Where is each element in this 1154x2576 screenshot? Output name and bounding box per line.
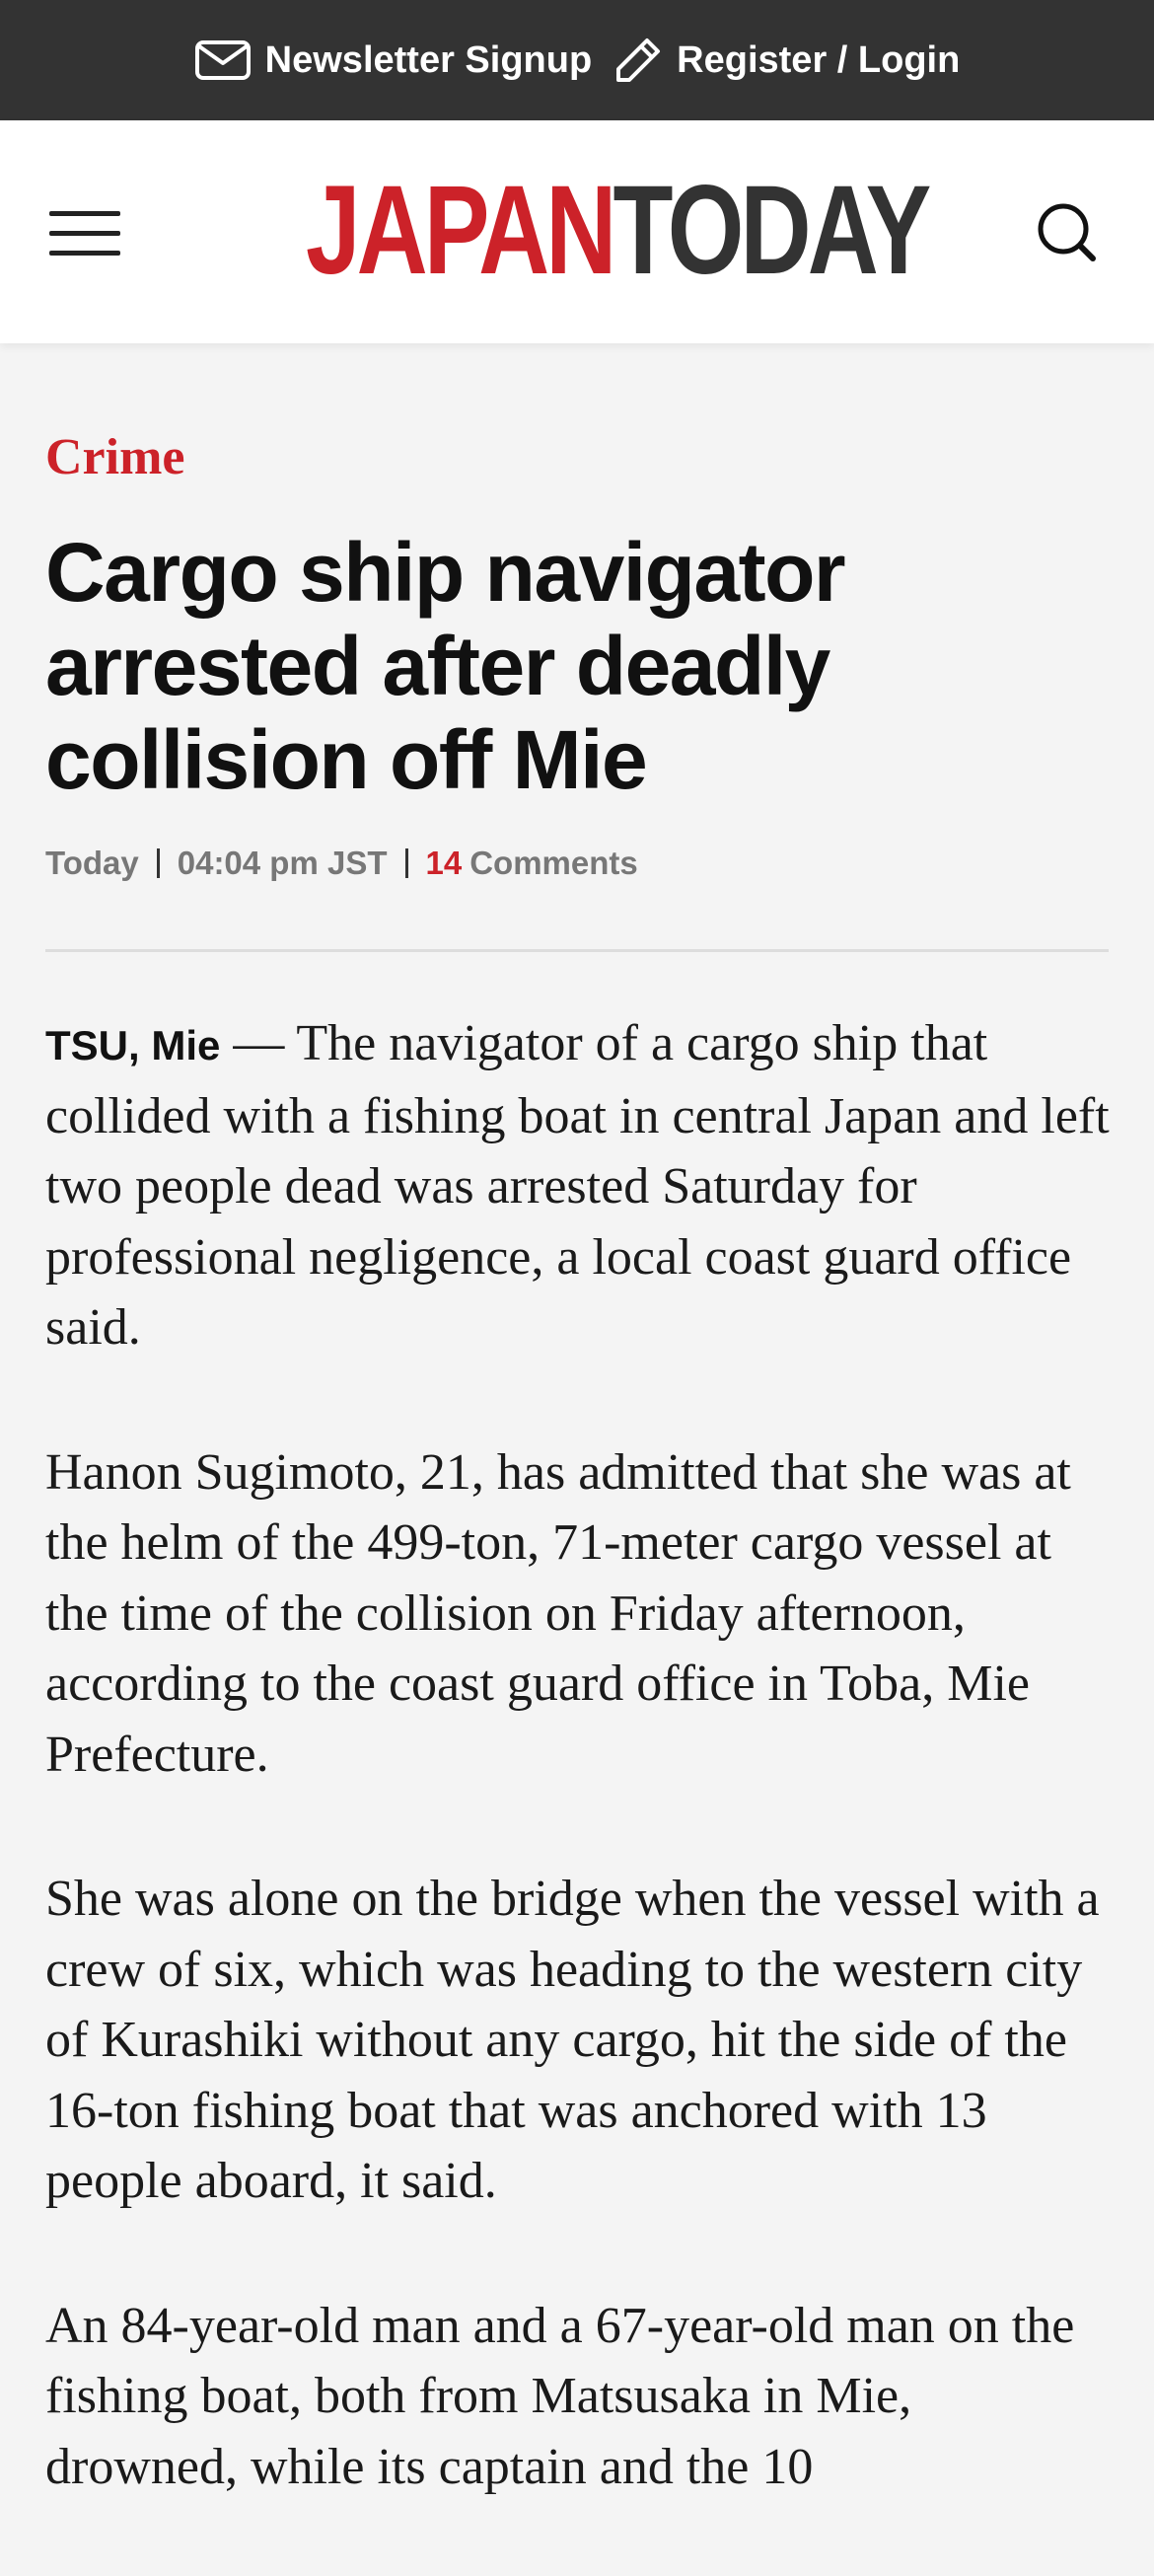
dateline-dash: — — [220, 1015, 297, 1071]
site-header: JAPAN TODAY — [0, 120, 1154, 343]
article-category-link[interactable]: Crime — [45, 432, 184, 483]
comments-label: Comments — [469, 845, 638, 881]
search-icon[interactable] — [1034, 199, 1099, 264]
comments-link[interactable]: 14 Comments — [426, 844, 638, 883]
article-paragraph: An 84-year-old man and a 67-year-old man… — [45, 2297, 1075, 2495]
article-headline: Cargo ship navigator arrested after dead… — [45, 526, 846, 806]
envelope-icon — [194, 40, 251, 80]
article-date: Today — [45, 845, 139, 881]
article-time: 04:04 pm JST — [177, 845, 388, 881]
pencil-icon — [616, 38, 661, 82]
article-paragraph: TSU, Mie — The navigator of a cargo ship… — [45, 1008, 1116, 1363]
comment-count: 14 — [425, 845, 463, 881]
article-paragraph: Hanon Sugimoto, 21, has admitted that sh… — [45, 1443, 1071, 1783]
newsletter-signup-link[interactable]: Newsletter Signup — [194, 38, 593, 82]
register-login-label: Register / Login — [677, 38, 961, 81]
article-body: TSU, Mie — The navigator of a cargo ship… — [45, 1008, 1116, 2576]
newsletter-signup-label: Newsletter Signup — [264, 38, 593, 81]
meta-separator — [156, 848, 160, 878]
article-meta: Today 04:04 pm JST 14 Comments — [45, 844, 638, 883]
logo-japan: JAPAN — [306, 160, 616, 301]
logo-today: TODAY — [613, 160, 932, 301]
article-paragraph: She was alone on the bridge when the ves… — [45, 1871, 1100, 2209]
site-logo[interactable]: JAPAN TODAY — [306, 160, 931, 301]
hamburger-menu-icon[interactable] — [49, 205, 120, 260]
register-login-link[interactable]: Register / Login — [613, 36, 960, 85]
meta-separator — [404, 848, 408, 878]
meta-divider — [45, 949, 1109, 952]
article-dateline: TSU, Mie — [45, 1022, 221, 1068]
top-utility-bar: Newsletter Signup Register / Login — [0, 0, 1154, 120]
